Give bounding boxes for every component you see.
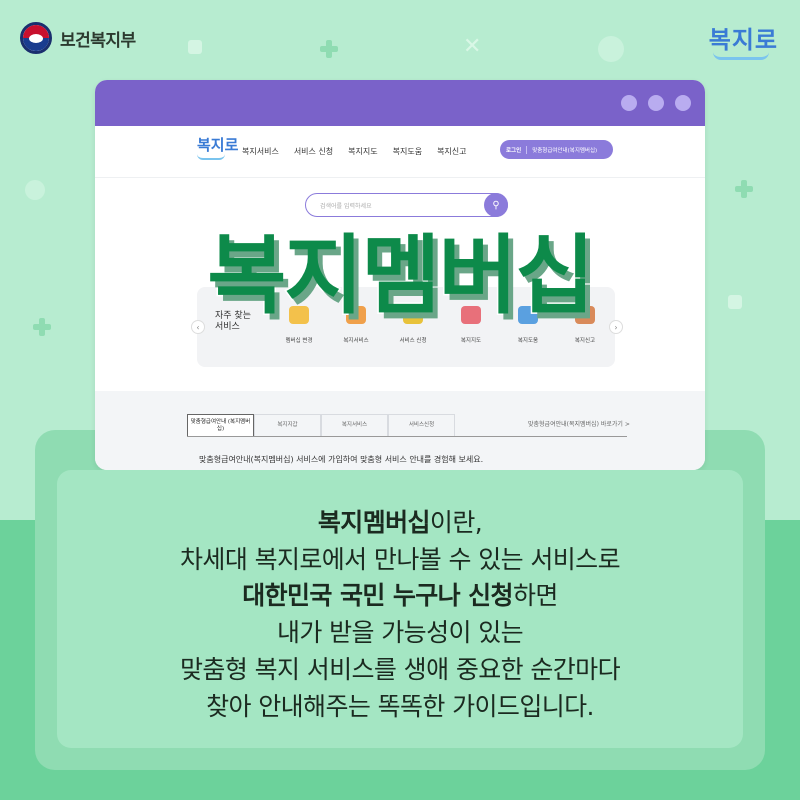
decorative-square [188, 40, 202, 54]
site-logo-swoosh [197, 154, 225, 160]
window-dot-icon [621, 95, 637, 111]
decorative-circle [598, 36, 624, 62]
body-line: 차세대 복지로에서 만나볼 수 있는 서비스로 [180, 544, 621, 574]
tabs-divider [187, 436, 627, 437]
nav-item[interactable]: 복지지도 [348, 146, 377, 157]
decorative-x-icon: ✕ [463, 34, 482, 59]
login-bar[interactable]: 로그인 맞춤형급여안내(복지멤버십) [500, 140, 613, 159]
decorative-circle [25, 180, 45, 200]
bokjiro-brand-logo: 복지로 [708, 20, 778, 60]
body-highlight: 대한민국 국민 누구나 신청 [242, 581, 513, 611]
decorative-plus-icon [735, 180, 753, 198]
nav-item[interactable]: 서비스 신청 [294, 146, 333, 157]
tab-membership[interactable]: 맞춤형급여안내 (복지멤버십) [187, 414, 254, 436]
body-line: 찾아 안내해주는 똑똑한 가이드입니다. [206, 691, 594, 721]
body-line: 내가 받을 가능성이 있는 [276, 618, 524, 648]
body-text: 복지멤버십이란, 차세대 복지로에서 만나볼 수 있는 서비스로 대한민국 국민… [57, 505, 743, 725]
body-line: 맞춤형 복지 서비스를 생애 중요한 순간마다 [180, 654, 621, 684]
browser-title-bar [95, 80, 705, 126]
membership-link[interactable]: 맞춤형급여안내(복지멤버십) [532, 146, 597, 154]
membership-description: 맞춤형급여안내(복지멤버십) 서비스에 가입하여 맞춤형 서비스 안내를 경험해… [199, 455, 484, 464]
window-dot-icon [648, 95, 664, 111]
nav-menu: 복지서비스 서비스 신청 복지지도 복지도움 복지신고 [242, 146, 467, 157]
ministry-logo: 보건복지부 [20, 22, 136, 54]
logo-swoosh [712, 52, 769, 60]
nav-item[interactable]: 복지서비스 [242, 146, 279, 157]
login-button[interactable]: 로그인 [506, 146, 521, 154]
brand-logo-text: 복지로 [708, 25, 778, 54]
headline: 복지멤버십 [206, 225, 597, 328]
tab-wallet[interactable]: 복지지갑 [254, 414, 321, 436]
nav-item[interactable]: 복지신고 [437, 146, 466, 157]
nav-item[interactable]: 복지도움 [393, 146, 422, 157]
tab-service-application[interactable]: 서비스신청 [388, 414, 455, 436]
ministry-name: 보건복지부 [60, 30, 136, 51]
site-logo[interactable]: 복지로 [197, 134, 238, 155]
window-dot-icon [675, 95, 691, 111]
decorative-plus-icon [320, 40, 338, 58]
membership-shortcut-link[interactable]: 맞춤형급여안내(복지멤버십) 바로가기 > [528, 419, 630, 428]
ministry-emblem-icon [20, 22, 52, 54]
site-lower-section: 맞춤형급여안내 (복지멤버십) 복지지갑 복지서비스 서비스신청 맞춤형급여안내… [95, 391, 705, 470]
site-navigation: 복지로 복지서비스 서비스 신청 복지지도 복지도움 복지신고 로그인 맞춤형급… [95, 126, 705, 178]
body-highlight: 복지멤버십 [317, 508, 431, 537]
site-tabs: 맞춤형급여안내 (복지멤버십) 복지지갑 복지서비스 서비스신청 [187, 414, 455, 436]
tab-welfare-service[interactable]: 복지서비스 [321, 414, 388, 436]
